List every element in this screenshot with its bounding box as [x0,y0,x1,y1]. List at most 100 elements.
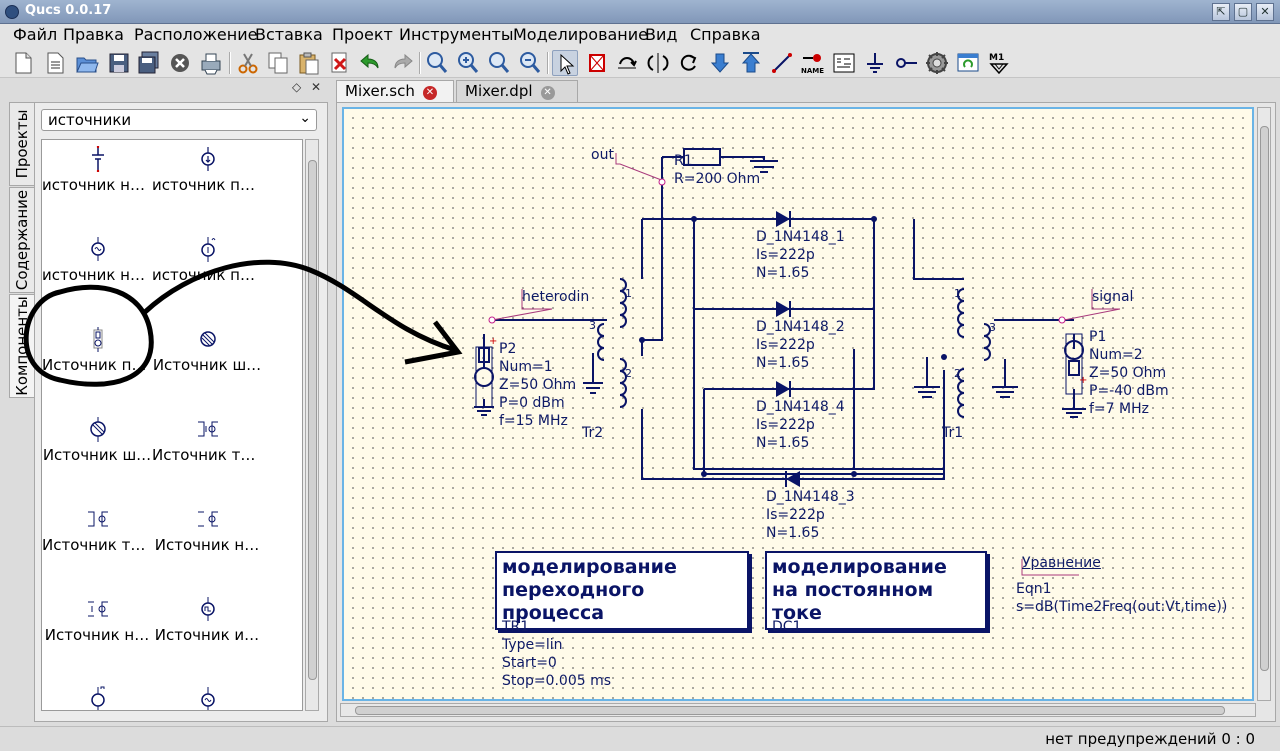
new-file-icon[interactable] [10,50,36,76]
equation-icon[interactable] [831,50,857,76]
component-item[interactable]: Источник ш… [42,412,152,472]
d1-name[interactable]: D_1N4148_1 [756,229,845,245]
dock-close-button[interactable]: ✕ [311,80,321,94]
close-tab-icon[interactable]: ✕ [422,86,437,100]
d2-name[interactable]: D_1N4148_2 [756,319,845,335]
zoom-out-icon[interactable] [517,50,543,76]
d3-name[interactable]: D_1N4148_3 [766,489,855,505]
save-icon[interactable] [106,50,132,76]
scrollbar-thumb[interactable] [308,160,317,680]
component-item[interactable]: источник по… [152,142,262,202]
component-item[interactable]: Источник то… [42,502,152,562]
component-item[interactable]: Источник н… [42,592,152,652]
undo-icon[interactable] [358,50,384,76]
component-item[interactable] [152,682,262,710]
maximize-button[interactable]: ▢ [1234,3,1252,21]
zoom-in-icon[interactable] [455,50,481,76]
close-window-button[interactable]: ✕ [1256,3,1274,21]
schematic-canvas[interactable]: out R1 R=200 Ohm heterodin signal P2 Num… [342,107,1254,701]
close-icon[interactable] [167,50,193,76]
name-icon[interactable]: NAME [800,50,826,76]
menu-insert[interactable]: Вставка [255,25,323,44]
equation-title[interactable]: Уравнение [1022,555,1101,571]
tab-contents[interactable]: Содержание [9,187,34,293]
new-text-icon[interactable] [42,50,68,76]
canvas-horizontal-scrollbar[interactable] [340,703,1256,717]
menu-tools[interactable]: Инструменты [399,25,514,44]
vcvs-icon [88,601,108,617]
redo-icon[interactable] [389,50,415,76]
p2-name[interactable]: P2 [499,341,516,357]
port-icon[interactable] [893,50,919,76]
canvas-vertical-scrollbar[interactable] [1257,107,1271,701]
label-heterodin[interactable]: heterodin [522,289,589,305]
menu-help[interactable]: Справка [690,25,761,44]
marker-icon[interactable]: M1 [986,50,1012,76]
menu-project[interactable]: Проект [332,25,393,44]
view-data-icon[interactable] [955,50,981,76]
label-out[interactable]: out [591,147,614,163]
enter-subcircuit-icon[interactable] [707,50,733,76]
component-item[interactable]: источник на… [42,232,152,292]
menu-edit[interactable]: Правка [63,25,124,44]
tab-projects[interactable]: Проекты [9,102,34,186]
select-icon[interactable] [552,50,578,76]
simulate-icon[interactable] [924,50,950,76]
wire-icon[interactable] [769,50,795,76]
component-list-scrollbar[interactable] [305,139,319,711]
tr1-name[interactable]: Tr1 [942,425,963,441]
rotate-icon[interactable] [676,50,702,76]
menu-file[interactable]: Файл [13,25,57,44]
cut-icon[interactable] [235,50,261,76]
component-item[interactable] [42,682,152,710]
category-combo[interactable]: источники ⌄ [41,109,317,131]
delete-icon[interactable] [327,50,353,76]
component-item[interactable]: Источник пи… [42,322,152,382]
r1-name[interactable]: R1 [674,153,693,169]
minimize-button[interactable]: ⇱ [1212,3,1230,21]
component-label: Источник то… [42,536,152,554]
component-item[interactable]: Источник н… [152,502,262,562]
close-tab-icon[interactable]: ✕ [540,86,555,100]
label-signal[interactable]: signal [1092,289,1133,305]
document-tabs: Mixer.sch ✕ Mixer.dpl ✕ [336,80,1276,102]
tr1-pin-1: 1 [954,287,961,300]
p1-name[interactable]: P1 [1089,329,1106,345]
zoom-1-icon[interactable] [486,50,512,76]
exit-subcircuit-icon[interactable] [738,50,764,76]
scrollbar-thumb[interactable] [1260,126,1269,671]
tab-mixer-dpl[interactable]: Mixer.dpl ✕ [456,80,578,102]
copy-icon[interactable] [265,50,291,76]
menu-view[interactable]: Вид [645,25,677,44]
component-item[interactable]: Источник и… [152,592,262,652]
component-item[interactable]: Источник ш… [152,322,262,382]
tab-components[interactable]: Компоненты [9,294,34,398]
tr1-pin-3: 3 [989,321,996,334]
print-icon[interactable] [198,50,224,76]
tr2-name[interactable]: Tr2 [582,425,603,441]
transient-simulation-box[interactable]: моделирование переходного процесса [495,551,749,630]
component-item[interactable]: источник на… [42,142,152,202]
zoom-fit-icon[interactable] [424,50,450,76]
dock-float-button[interactable]: ◇ [292,80,301,94]
paste-icon[interactable] [296,50,322,76]
scrollbar-thumb[interactable] [355,706,1225,715]
deactivate-icon[interactable] [584,50,610,76]
mirror-x-icon[interactable] [614,50,640,76]
r1-value[interactable]: R=200 Ohm [674,171,760,187]
menu-positioning[interactable]: Расположение [134,25,257,44]
save-all-icon[interactable] [136,50,162,76]
mirror-y-icon[interactable] [645,50,671,76]
component-item[interactable]: источник по… [152,232,262,292]
menu-simulation[interactable]: Моделирование [513,25,648,44]
ground-icon[interactable] [862,50,888,76]
ccvs-icon [88,511,108,527]
component-item[interactable]: Источник то… [152,412,262,472]
open-icon[interactable] [74,50,100,76]
tab-mixer-sch[interactable]: Mixer.sch ✕ [336,80,454,102]
app-icon[interactable] [5,5,19,19]
p1-power: P=-40 dBm [1089,383,1169,399]
d4-name[interactable]: D_1N4148_4 [756,399,845,415]
window-title: Qucs 0.0.17 [25,3,112,18]
p1-frequency: f=7 MHz [1089,401,1149,417]
